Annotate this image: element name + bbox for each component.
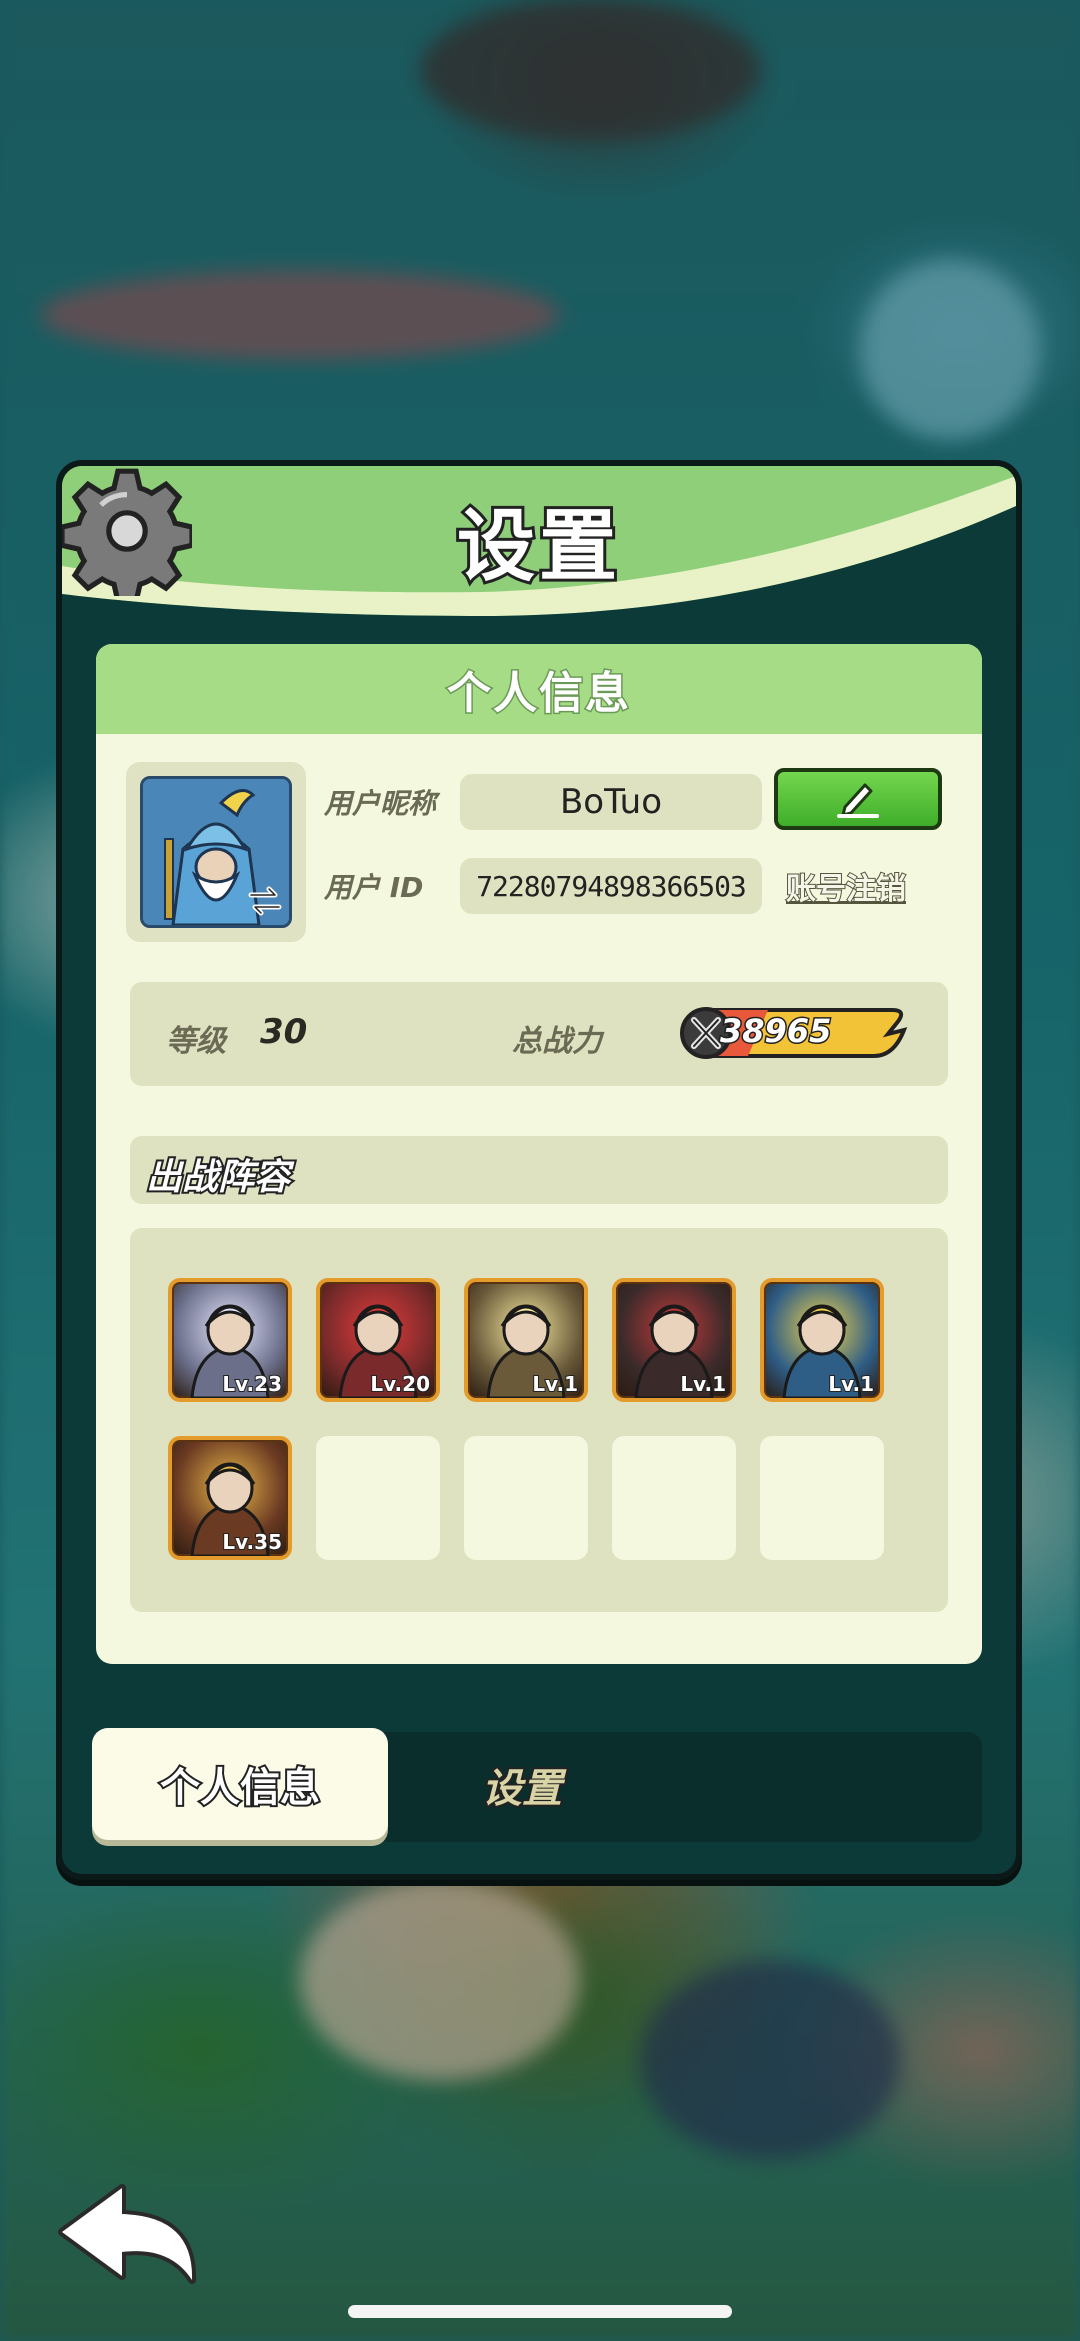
stats-bar: 等级 30 总战力 38965 <box>130 982 948 1086</box>
lineup-title: 出战阵容 <box>144 1155 292 1200</box>
home-indicator <box>348 2305 732 2318</box>
hero-slot[interactable]: Lv.20 <box>316 1278 440 1402</box>
hero-slot[interactable]: Lv.35 <box>168 1436 292 1560</box>
hero-slot[interactable]: Lv.1 <box>464 1278 588 1402</box>
account-cancel-link[interactable]: 账号注销 <box>785 864 907 908</box>
hero-slot[interactable]: Lv.23 <box>168 1278 292 1402</box>
lineup-grid: Lv.23 Lv.20 Lv.1 Lv.1 Lv.1 Lv.35 <box>130 1228 948 1612</box>
settings-dialog: 设置 个人信息 用户昵称 BoTuo 用户 ID 722807948983665… <box>56 460 1022 1880</box>
hero-level: Lv.1 <box>827 1371 875 1397</box>
edit-nickname-button[interactable] <box>774 768 942 830</box>
power-label: 总战力 <box>512 1024 602 1059</box>
nickname-label: 用户昵称 <box>324 787 437 820</box>
hero-level: Lv.23 <box>221 1371 283 1397</box>
swap-icon[interactable] <box>245 881 285 921</box>
level-value: 30 <box>260 1012 308 1052</box>
empty-hero-slot[interactable] <box>464 1436 588 1560</box>
tab-settings[interactable]: 设置 <box>480 1756 564 1814</box>
hero-level: Lv.20 <box>369 1371 431 1397</box>
hero-slot[interactable]: Lv.1 <box>612 1278 736 1402</box>
personal-info-panel: 个人信息 用户昵称 BoTuo 用户 ID 72280794898366503 … <box>96 644 982 1664</box>
uid-field: 72280794898366503 <box>460 858 762 914</box>
tab-personal-info-label: 个人信息 <box>158 1763 322 1813</box>
dialog-header: 设置 <box>62 466 1016 616</box>
avatar[interactable] <box>140 776 292 928</box>
panel-header: 个人信息 <box>96 644 982 734</box>
dialog-title: 设置 <box>454 499 621 595</box>
pencil-icon <box>837 783 879 818</box>
hero-level: Lv.1 <box>679 1371 727 1397</box>
back-arrow-icon[interactable] <box>52 2180 202 2290</box>
lineup-header: 出战阵容 <box>130 1136 948 1204</box>
empty-hero-slot[interactable] <box>316 1436 440 1560</box>
panel-title: 个人信息 <box>446 667 631 721</box>
avatar-frame[interactable] <box>126 762 306 942</box>
hero-level: Lv.1 <box>531 1371 579 1397</box>
power-value: 38965 <box>718 1011 832 1052</box>
empty-hero-slot[interactable] <box>760 1436 884 1560</box>
hero-level: Lv.35 <box>221 1529 283 1555</box>
empty-hero-slot[interactable] <box>612 1436 736 1560</box>
nickname-field: BoTuo <box>460 774 762 830</box>
uid-label: 用户 ID <box>324 871 424 904</box>
hero-slot[interactable]: Lv.1 <box>760 1278 884 1402</box>
tab-personal-info[interactable]: 个人信息 <box>92 1728 388 1840</box>
level-label: 等级 <box>166 1024 226 1059</box>
